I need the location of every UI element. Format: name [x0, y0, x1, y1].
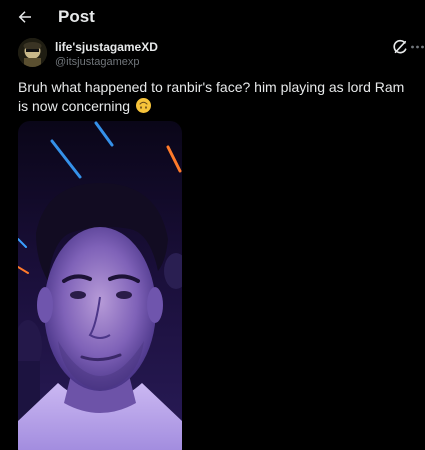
post-media-photo[interactable]	[18, 121, 182, 450]
back-button[interactable]	[14, 6, 36, 28]
top-bar: Post	[0, 0, 425, 34]
grok-icon	[393, 39, 407, 54]
upside-down-face-emoji	[135, 98, 151, 113]
page-title: Post	[58, 7, 95, 26]
more-horizontal-icon	[411, 45, 424, 49]
post-text-content: Bruh what happened to ranbir's face? him…	[18, 79, 405, 114]
avatar[interactable]	[18, 38, 47, 67]
post-text: Bruh what happened to ranbir's face? him…	[18, 78, 418, 116]
author-display-name[interactable]: life'sjustagameXD	[55, 40, 158, 54]
author-handle[interactable]: @itsjustagamexp	[55, 56, 140, 68]
arrow-left-icon	[18, 11, 31, 23]
photo-image	[18, 121, 182, 450]
more-button[interactable]	[410, 38, 425, 56]
grok-button[interactable]	[391, 38, 409, 56]
